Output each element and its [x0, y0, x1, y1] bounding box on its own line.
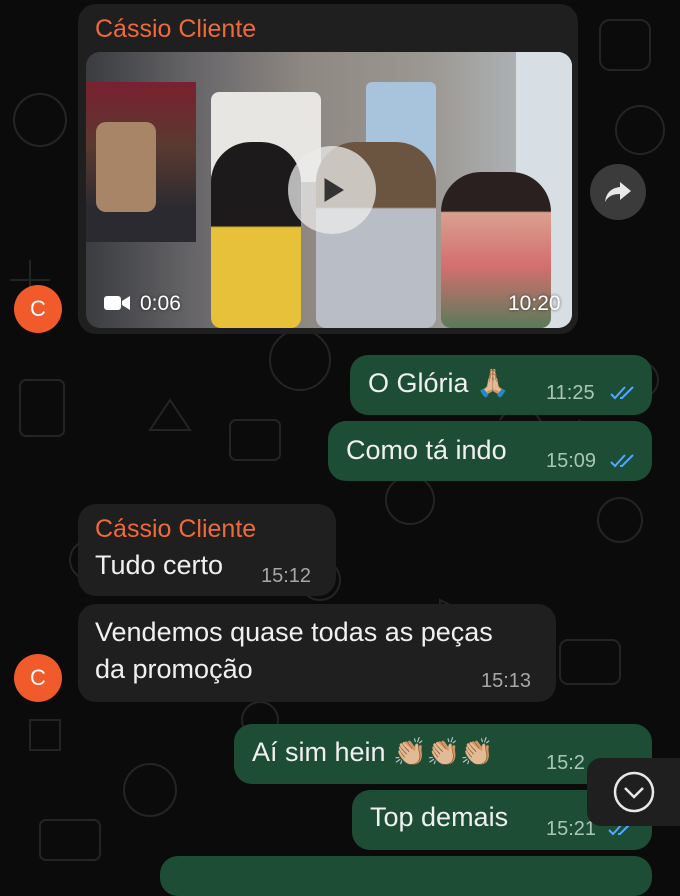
message-time: 15:2: [546, 752, 585, 774]
scroll-to-bottom-button[interactable]: [587, 758, 680, 826]
avatar[interactable]: C: [14, 654, 62, 702]
sender-name: Cássio Cliente: [95, 515, 257, 543]
message-bubble-outgoing[interactable]: Como tá indo 15:09: [328, 421, 652, 481]
message-bubble-outgoing[interactable]: [160, 856, 652, 896]
message-time: 15:21: [546, 818, 597, 840]
message-bubble-incoming[interactable]: Vendemos quase todas as peças da promoçã…: [78, 604, 556, 702]
video-message-bubble[interactable]: Cássio Cliente 0:06 10:20: [78, 4, 578, 334]
chevron-down-icon: [613, 771, 654, 813]
message-bubble-outgoing[interactable]: O Glória 🙏🏼 11:25: [350, 355, 652, 415]
double-check-icon: [610, 386, 634, 400]
video-duration: 0:06: [140, 292, 181, 315]
message-text: Como tá indo: [346, 435, 507, 465]
message-text-line-2: da promoção: [95, 654, 253, 684]
message-bubble-incoming[interactable]: Cássio Cliente Tudo certo 15:12: [78, 504, 336, 596]
forward-icon: [605, 182, 631, 202]
message-text-line-1: Vendemos quase todas as peças: [95, 617, 493, 647]
video-thumbnail[interactable]: 0:06 10:20: [86, 52, 572, 328]
message-time: 10:20: [508, 292, 561, 315]
play-button[interactable]: [288, 146, 376, 234]
avatar[interactable]: C: [14, 285, 62, 333]
message-time: 11:25: [546, 382, 595, 404]
message-text: Tudo certo: [95, 550, 224, 580]
forward-button[interactable]: [590, 164, 646, 220]
message-time: 15:13: [481, 670, 532, 692]
message-text: Top demais: [370, 802, 509, 832]
message-time: 15:12: [261, 565, 312, 587]
message-text: Aí sim hein 👏🏼👏🏼👏🏼: [252, 737, 494, 767]
thumbnail-vest: [96, 122, 156, 212]
video-camera-icon: [104, 296, 130, 310]
double-check-icon: [610, 454, 634, 468]
sender-name: Cássio Cliente: [95, 15, 257, 43]
message-text: O Glória 🙏🏼: [368, 368, 510, 398]
message-time: 15:09: [546, 450, 597, 472]
play-icon: [324, 178, 344, 202]
thumbnail-person-yellow: [211, 142, 301, 328]
